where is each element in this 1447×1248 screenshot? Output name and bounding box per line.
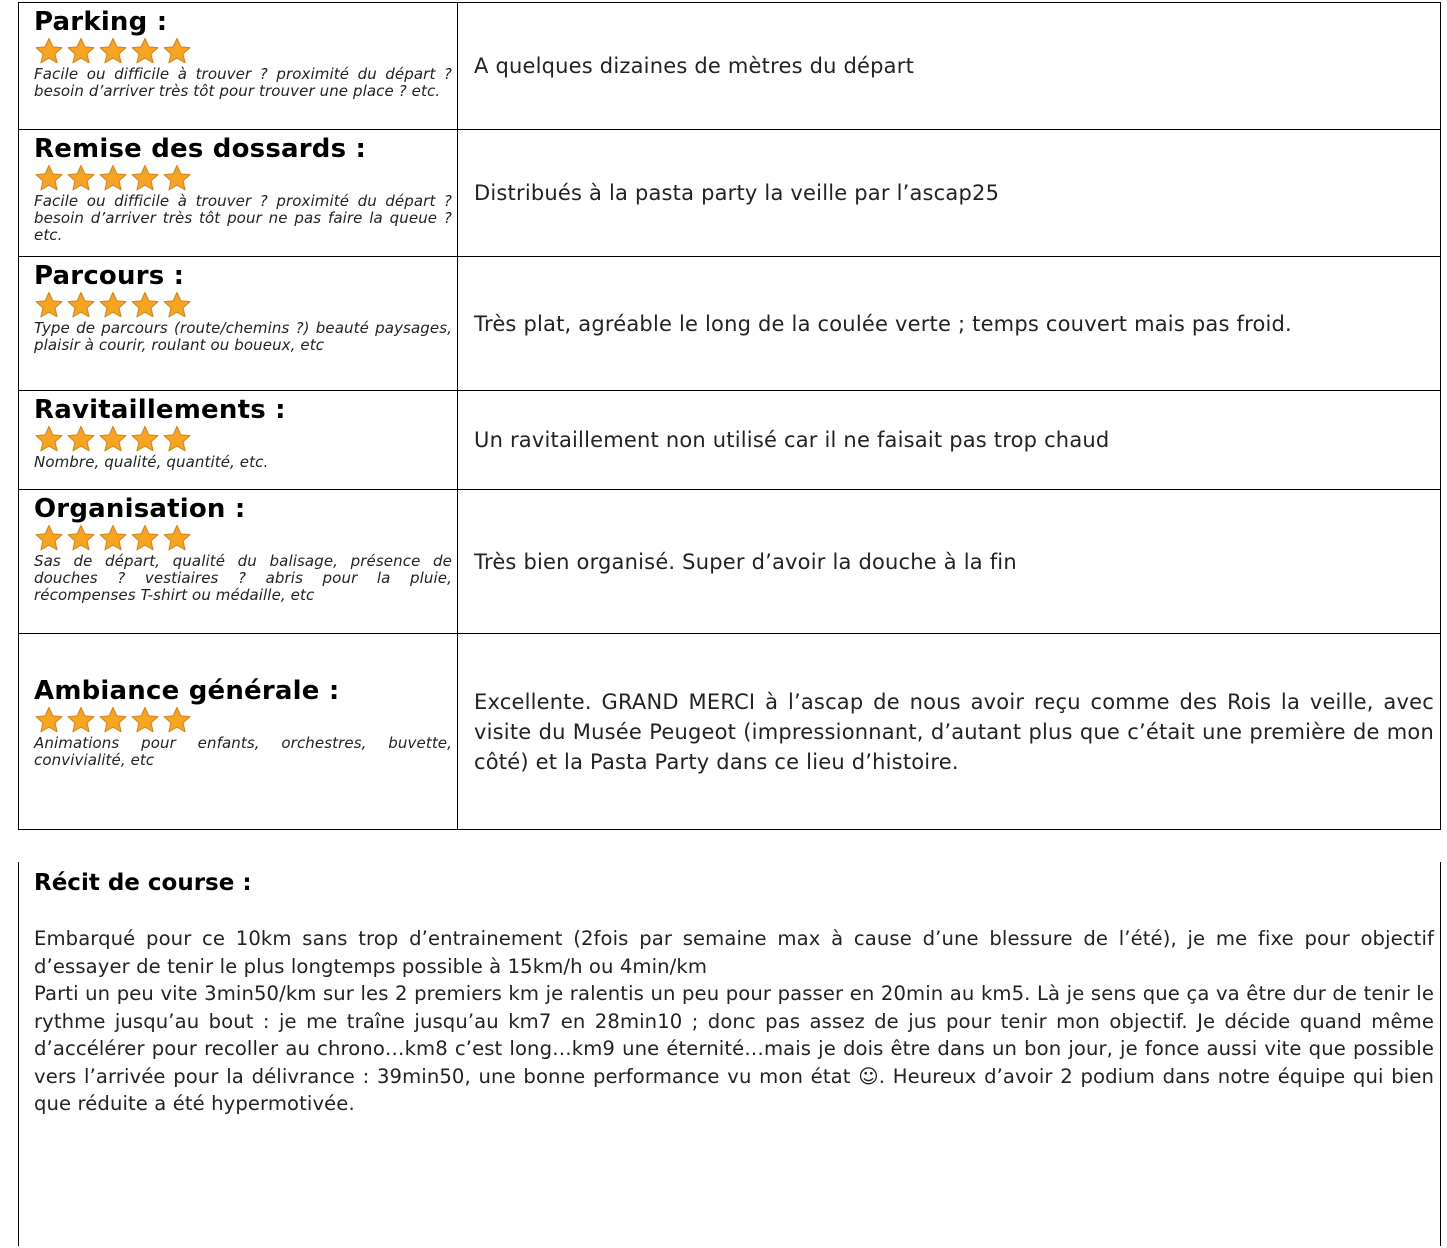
star-icon [99,425,127,452]
value-cell: Très plat, agréable le long de la coulée… [457,256,1441,391]
row-hint: Nombre, qualité, quantité, etc. [34,453,269,471]
star-icon [163,37,191,64]
star-icon [35,291,63,318]
label-cell: Parking : Facile ou difficile à trouver … [18,2,458,130]
race-story-paragraph: Parti un peu vite 3min50/km sur les 2 pr… [34,982,1434,1115]
row-hint: Sas de départ, qualité du balisage, prés… [34,552,452,604]
star-icon [163,164,191,191]
table-row: Remise des dossards : Facile ou difficil… [18,129,1441,257]
label-cell: Ambiance générale : Animations pour enfa… [18,633,458,830]
race-story-paragraph: Embarqué pour ce 10km sans trop d’entrai… [34,927,1434,978]
rating-table: Parking : Facile ou difficile à trouver … [18,2,1441,830]
star-icon [35,524,63,551]
star-icon [131,291,159,318]
row-value: Distribués à la pasta party la veille pa… [474,181,1000,205]
table-row: Parcours : Type de parcours (route/chemi… [18,256,1441,391]
star-icon [99,706,127,733]
star-icon [163,706,191,733]
row-value: Très plat, agréable le long de la coulée… [474,311,1292,336]
label-cell: Ravitaillements : Nombre, qualité, quant… [18,390,458,490]
table-row: Ambiance générale : Animations pour enfa… [18,633,1441,830]
star-icon [99,164,127,191]
row-title: Ambiance générale : [34,676,340,706]
star-icon [131,164,159,191]
star-icon [99,37,127,64]
star-icon [163,524,191,551]
row-value: Très bien organisé. Super d’avoir la dou… [474,549,1017,574]
star-icon [131,425,159,452]
star-rating [34,164,452,192]
star-icon [67,164,95,191]
star-icon [35,37,63,64]
table-row: Ravitaillements : Nombre, qualité, quant… [18,390,1441,490]
row-title: Parcours : [34,261,185,291]
star-icon [67,524,95,551]
star-rating [34,706,452,734]
star-icon [35,425,63,452]
value-cell: Excellente. GRAND MERCI à l’ascap de nou… [457,633,1441,830]
value-cell: Très bien organisé. Super d’avoir la dou… [457,489,1441,634]
table-row: Parking : Facile ou difficile à trouver … [18,2,1441,130]
star-rating [34,291,452,319]
race-story-section: Récit de course : Embarqué pour ce 10km … [18,862,1441,1246]
star-icon [67,291,95,318]
star-icon [131,524,159,551]
row-hint: Type de parcours (route/chemins ?) beaut… [34,319,452,354]
star-icon [131,706,159,733]
star-icon [163,291,191,318]
row-title: Ravitaillements : [34,395,286,425]
row-hint: Facile ou difficile à trouver ? proximit… [34,65,452,100]
row-value: A quelques dizaines de mètres du départ [474,54,915,78]
star-icon [163,425,191,452]
label-cell: Parcours : Type de parcours (route/chemi… [18,256,458,391]
label-cell: Remise des dossards : Facile ou difficil… [18,129,458,257]
star-rating [34,425,452,453]
star-rating [34,37,452,65]
race-story-body: Embarqué pour ce 10km sans trop d’entrai… [34,925,1434,1118]
row-title: Remise des dossards : [34,134,367,164]
value-cell: A quelques dizaines de mètres du départ [457,2,1441,130]
star-icon [67,425,95,452]
row-title: Organisation : [34,494,246,524]
star-icon [67,37,95,64]
row-value: Excellente. GRAND MERCI à l’ascap de nou… [474,689,1434,774]
star-icon [99,524,127,551]
table-row: Organisation : Sas de départ, qualité du… [18,489,1441,634]
row-hint: Animations pour enfants, orchestres, buv… [34,734,452,769]
star-icon [35,164,63,191]
row-title: Parking : [34,7,168,37]
star-rating [34,524,452,552]
star-icon [131,37,159,64]
row-hint: Facile ou difficile à trouver ? proximit… [34,192,452,244]
value-cell: Un ravitaillement non utilisé car il ne … [457,390,1441,490]
value-cell: Distribués à la pasta party la veille pa… [457,129,1441,257]
star-icon [35,706,63,733]
review-sheet: Parking : Facile ou difficile à trouver … [18,2,1441,1246]
race-story-title: Récit de course : [34,870,252,896]
star-icon [67,706,95,733]
label-cell: Organisation : Sas de départ, qualité du… [18,489,458,634]
star-icon [99,291,127,318]
row-value: Un ravitaillement non utilisé car il ne … [474,428,1110,452]
